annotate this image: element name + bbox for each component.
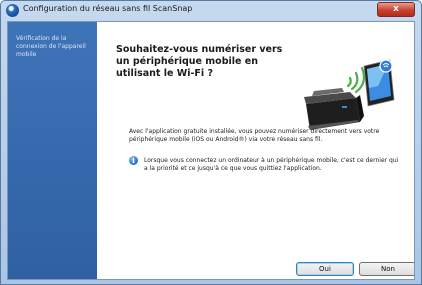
- sidebar: Vérification de la connexion de l'appare…: [8, 22, 97, 279]
- tablet-icon: [363, 59, 395, 107]
- dialog-content: Vérification de la connexion de l'appare…: [7, 21, 415, 280]
- page-heading: Souhaitez-vous numériser vers un périphé…: [116, 44, 283, 79]
- no-button[interactable]: Non: [359, 262, 414, 276]
- description-paragraph: Avec l'application gratuite installée, v…: [129, 128, 380, 143]
- sidebar-item-verification: Vérification de la connexion de l'appare…: [16, 35, 86, 58]
- close-button[interactable]: x: [377, 2, 415, 17]
- info-icon: i: [129, 156, 138, 165]
- window-title: Configuration du réseau sans fil ScanSna…: [23, 4, 193, 13]
- scansnap-app-icon: [6, 4, 19, 17]
- wifi-waves-icon: [346, 66, 366, 94]
- scanner-to-mobile-illustration: [304, 59, 395, 130]
- dialog-window: Configuration du réseau sans fil ScanSna…: [0, 0, 422, 285]
- scanner-icon: [304, 88, 364, 130]
- info-text: Lorsque vous connectez un ordinateur à u…: [144, 157, 399, 172]
- title-bar[interactable]: Configuration du réseau sans fil ScanSna…: [1, 1, 421, 21]
- yes-button[interactable]: Oui: [296, 262, 354, 276]
